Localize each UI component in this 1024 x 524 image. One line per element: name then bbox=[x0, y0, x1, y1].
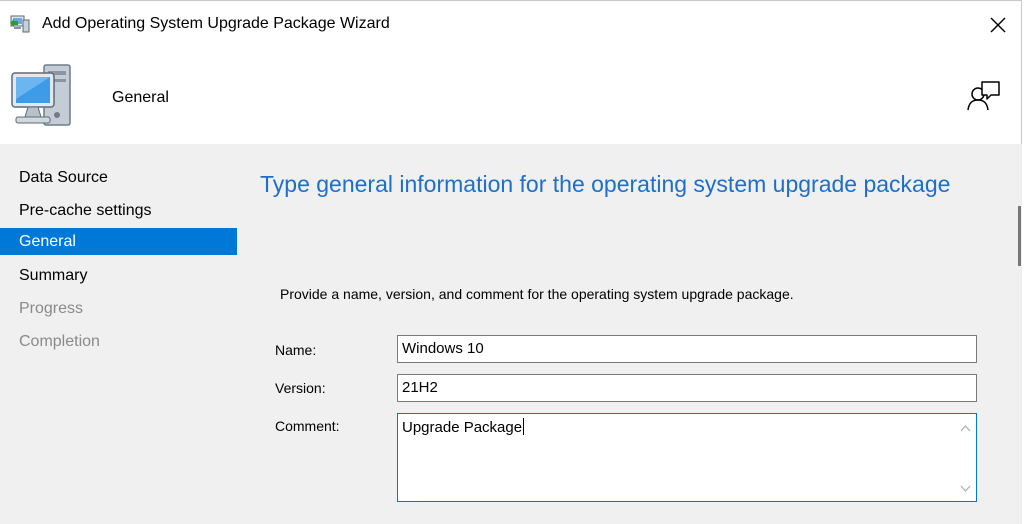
comment-value: Upgrade Package bbox=[402, 419, 523, 436]
help-icon[interactable] bbox=[967, 80, 1001, 112]
sidebar-item-progress: Progress bbox=[19, 300, 84, 317]
text-caret bbox=[523, 418, 525, 435]
main-content: Type general information for the operati… bbox=[238, 144, 1022, 524]
page-description: Provide a name, version, and comment for… bbox=[280, 286, 794, 302]
comment-label: Comment: bbox=[275, 418, 340, 434]
name-label: Name: bbox=[275, 342, 317, 358]
wizard-header: General bbox=[0, 47, 1021, 144]
window-edge-shadow bbox=[1018, 206, 1021, 266]
wizard-steps-sidebar: Data Source Pre-cache settings General S… bbox=[0, 144, 238, 524]
window-title: Add Operating System Upgrade Package Wiz… bbox=[42, 15, 390, 32]
scroll-down-icon[interactable] bbox=[956, 479, 975, 498]
sidebar-item-general[interactable]: General bbox=[0, 228, 237, 255]
page-heading: Type general information for the operati… bbox=[260, 171, 951, 197]
version-label: Version: bbox=[275, 380, 326, 396]
sidebar-item-summary[interactable]: Summary bbox=[0, 262, 237, 289]
comment-scrollbar[interactable] bbox=[956, 415, 975, 500]
page-title: General bbox=[112, 89, 169, 106]
comment-textarea[interactable]: Upgrade Package bbox=[397, 413, 977, 502]
sidebar-item-data-source[interactable]: Data Source bbox=[0, 164, 237, 191]
sidebar-item-completion: Completion bbox=[19, 333, 100, 350]
wizard-window: Add Operating System Upgrade Package Wiz… bbox=[0, 0, 1022, 524]
close-icon[interactable] bbox=[983, 9, 1013, 39]
version-input[interactable]: 21H2 bbox=[397, 374, 977, 402]
name-input[interactable]: Windows 10 bbox=[397, 335, 977, 363]
close-button[interactable] bbox=[983, 9, 1013, 39]
computer-icon bbox=[10, 59, 74, 131]
wizard-app-icon bbox=[9, 14, 31, 34]
comment-text: Upgrade Package bbox=[402, 418, 525, 436]
sidebar-item-pre-cache-settings[interactable]: Pre-cache settings bbox=[0, 197, 237, 224]
title-bar: Add Operating System Upgrade Package Wiz… bbox=[0, 1, 1021, 47]
scroll-up-icon[interactable] bbox=[956, 419, 975, 438]
